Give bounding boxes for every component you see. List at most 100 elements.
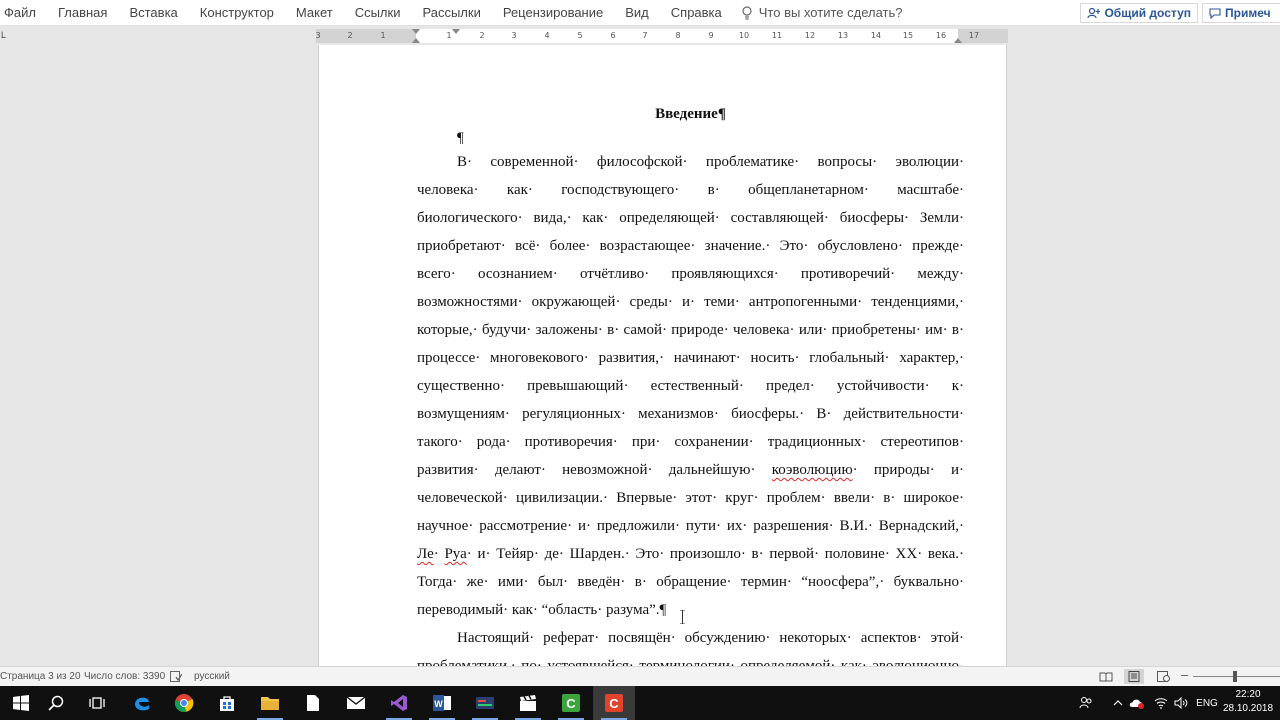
- left-indent-marker[interactable]: [412, 38, 420, 43]
- taskbar-word[interactable]: W: [421, 686, 463, 720]
- web-page-icon: [1156, 671, 1170, 682]
- text-line: всего· осознанием· отчётливо· проявляющи…: [417, 266, 964, 282]
- web-layout-button[interactable]: [1153, 669, 1173, 684]
- empty-paragraph-mark: ¶: [457, 130, 464, 146]
- share-person-icon: [1087, 7, 1101, 19]
- text-line: процессе· многовекового· развития,· начи…: [417, 350, 964, 366]
- page-icon: [1128, 671, 1140, 682]
- input-language[interactable]: ENG: [1194, 686, 1220, 720]
- comments-button[interactable]: Примеч: [1202, 3, 1280, 23]
- folder-icon: [261, 697, 279, 710]
- clock-time: 22:20: [1235, 689, 1261, 700]
- horizontal-ruler[interactable]: 3 2 1 1 2 3 4 5 6 7 8 9 10 11 12 13 14 1…: [315, 29, 1008, 43]
- ruler-tick: 10: [738, 31, 750, 40]
- page-count[interactable]: Страница 3 из 20: [0, 670, 81, 684]
- tell-me-label: Что вы хотите сделать?: [758, 5, 903, 20]
- chrome-icon: [174, 694, 194, 713]
- taskbar-mail[interactable]: [335, 686, 377, 720]
- search-button[interactable]: [35, 686, 77, 720]
- text-run: · природы· и·: [852, 462, 964, 478]
- tell-me-search[interactable]: Что вы хотите сделать?: [741, 5, 903, 20]
- taskbar-chrome[interactable]: [163, 686, 205, 720]
- ruler-tick: 7: [642, 31, 648, 40]
- status-bar: Страница 3 из 20 Число слов: 3390 русски…: [0, 666, 1280, 686]
- ruler-tick: 1: [446, 31, 452, 40]
- share-label: Общий доступ: [1104, 6, 1191, 20]
- document-icon: [307, 695, 319, 711]
- text-line: развития· делают· невозможной· дальнейшу…: [417, 456, 964, 484]
- taskbar-visual-studio[interactable]: [378, 686, 420, 720]
- wifi-status[interactable]: [1152, 686, 1170, 720]
- camtasia-editor-icon: C: [605, 694, 623, 712]
- people-button[interactable]: [1076, 686, 1096, 720]
- visual-studio-icon: [391, 695, 407, 711]
- svg-text:C: C: [609, 696, 619, 711]
- read-mode-button[interactable]: [1096, 669, 1116, 684]
- tab-layout[interactable]: Макет: [285, 0, 344, 26]
- language-indicator[interactable]: русский: [194, 670, 230, 684]
- tab-view[interactable]: Вид: [614, 0, 660, 26]
- taskbar-video-editor[interactable]: [507, 686, 549, 720]
- windows-logo-icon: [13, 695, 29, 711]
- clock[interactable]: 22:20 28.10.2018: [1218, 688, 1278, 716]
- chevron-up-icon: [1113, 700, 1123, 706]
- zoom-out-button[interactable]: –: [1181, 668, 1188, 682]
- tab-references[interactable]: Ссылки: [344, 0, 412, 26]
- hanging-indent-marker[interactable]: [452, 29, 460, 34]
- show-hidden-icons-button[interactable]: [1110, 686, 1126, 720]
- word-count[interactable]: Число слов: 3390: [84, 670, 165, 684]
- task-view-button[interactable]: [76, 686, 118, 720]
- speaker-icon: [1174, 697, 1188, 709]
- ruler-tick: 1: [380, 31, 386, 40]
- text-line: Настоящий· реферат· посвящён· обсуждению…: [457, 630, 964, 646]
- text-line: Тогда· же· ими· был· введён· в· обращени…: [417, 574, 964, 590]
- share-button[interactable]: Общий доступ: [1080, 3, 1198, 23]
- document-canvas[interactable]: Введение¶ ¶ В· современной· философской·…: [0, 45, 1280, 666]
- text-line: В· современной· философской· проблематик…: [457, 154, 964, 170]
- taskbar-notepad[interactable]: [292, 686, 334, 720]
- ruler-tick: 11: [771, 31, 783, 40]
- taskbar-screen-recorder[interactable]: [464, 686, 506, 720]
- proofing-icon[interactable]: [170, 671, 182, 682]
- tab-home[interactable]: Главная: [47, 0, 118, 26]
- volume-control[interactable]: [1172, 686, 1190, 720]
- ruler-tick: 4: [544, 31, 550, 40]
- book-icon: [1099, 672, 1113, 681]
- taskbar-store[interactable]: [206, 686, 248, 720]
- misspelled-word[interactable]: коэволюцию: [772, 462, 853, 478]
- misspelled-word[interactable]: Ле: [417, 546, 434, 562]
- zoom-slider-thumb[interactable]: [1233, 671, 1237, 682]
- ruler-tick: 6: [610, 31, 616, 40]
- svg-text:W: W: [434, 699, 443, 709]
- svg-text:C: C: [566, 696, 576, 711]
- right-indent-marker[interactable]: [954, 38, 962, 43]
- taskbar-camtasia-red[interactable]: C: [593, 686, 635, 720]
- text-line: биологического· вида,· как· определяющей…: [417, 210, 964, 226]
- taskbar-file-explorer[interactable]: [249, 686, 291, 720]
- tab-design[interactable]: Конструктор: [189, 0, 285, 26]
- word-icon: W: [433, 695, 451, 711]
- search-icon: [48, 695, 64, 711]
- ruler-tick: 13: [837, 31, 849, 40]
- tab-file[interactable]: Файл: [0, 0, 47, 26]
- text-line: переводимый· как· “область· разума”.¶: [417, 602, 667, 618]
- tab-selector[interactable]: L: [1, 30, 11, 41]
- first-line-indent-marker[interactable]: [412, 29, 420, 34]
- clock-date: 28.10.2018: [1222, 703, 1274, 714]
- onedrive-status[interactable]: [1128, 686, 1146, 720]
- taskbar-edge[interactable]: [121, 686, 163, 720]
- lightbulb-icon: [742, 5, 752, 20]
- store-bag-icon: [220, 696, 234, 711]
- ruler-tick: 3: [315, 31, 321, 40]
- text-line: приобретают· всё· более· возрастающее· з…: [417, 238, 964, 254]
- tab-insert[interactable]: Вставка: [118, 0, 188, 26]
- text-line: которые,· будучи· заложены· в· самой· пр…: [417, 322, 964, 338]
- tab-review[interactable]: Рецензирование: [492, 0, 614, 26]
- misspelled-word[interactable]: Руа: [444, 546, 466, 562]
- tab-help[interactable]: Справка: [660, 0, 733, 26]
- tab-mailings[interactable]: Рассылки: [411, 0, 491, 26]
- print-layout-button[interactable]: [1124, 669, 1144, 684]
- taskbar-camtasia-green[interactable]: C: [550, 686, 592, 720]
- document-body[interactable]: Введение¶ ¶ В· современной· философской·…: [417, 100, 964, 666]
- clapperboard-icon: [520, 695, 536, 711]
